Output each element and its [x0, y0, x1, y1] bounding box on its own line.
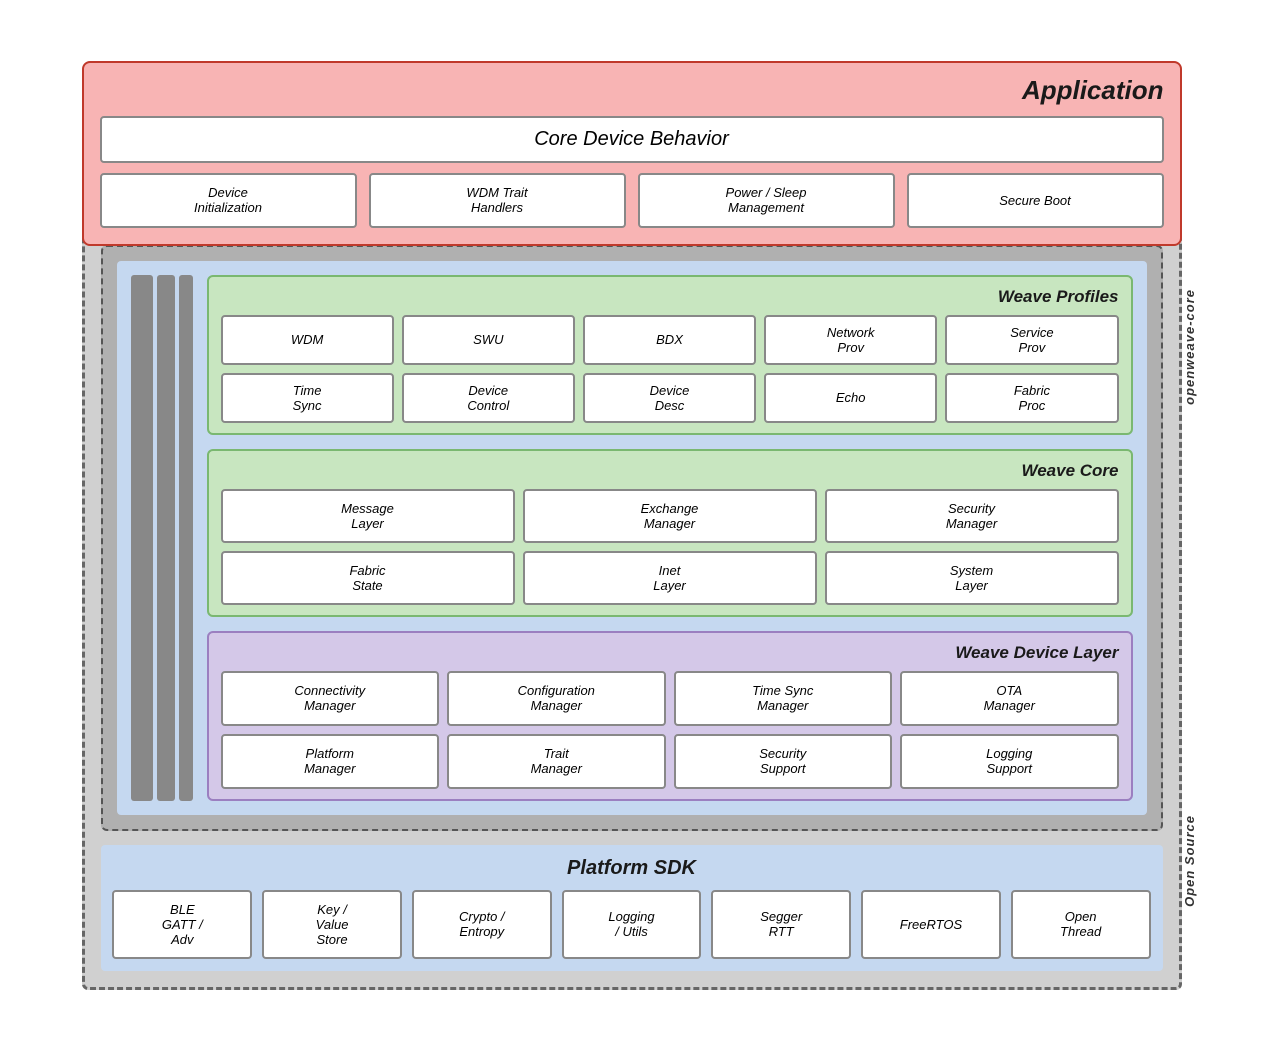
weave-core-section: Weave Core MessageLayer ExchangeManager …: [207, 449, 1133, 617]
bar-1: [131, 275, 153, 801]
profile-network-prov: NetworkProv: [764, 315, 937, 365]
profile-bdx: BDX: [583, 315, 756, 365]
application-layer: Application Core Device Behavior DeviceI…: [82, 61, 1182, 246]
app-sub-box-wdm: WDM TraitHandlers: [369, 173, 626, 228]
core-exchange-manager: ExchangeManager: [523, 489, 817, 543]
weave-profiles-rows: WDM SWU BDX NetworkProv ServiceProv Time…: [221, 315, 1119, 423]
openweave-layer: Weave Profiles WDM SWU BDX NetworkProv S…: [101, 245, 1163, 831]
app-sub-boxes: DeviceInitialization WDM TraitHandlers P…: [100, 173, 1164, 228]
open-source-label: Open Source: [1182, 815, 1197, 907]
right-content: Weave Profiles WDM SWU BDX NetworkProv S…: [207, 275, 1133, 801]
core-message-layer: MessageLayer: [221, 489, 515, 543]
sdk-row: BLEGATT /Adv Key /ValueStore Crypto /Ent…: [113, 890, 1151, 959]
app-sub-box-power: Power / SleepManagement: [638, 173, 895, 228]
core-device-behavior: Core Device Behavior: [100, 116, 1164, 163]
nested-bars: [131, 275, 193, 801]
profile-device-desc: DeviceDesc: [583, 373, 756, 423]
sdk-segger-rtt: SeggerRTT: [711, 890, 851, 959]
device-trait-manager: TraitManager: [447, 734, 666, 789]
weave-core-rows: MessageLayer ExchangeManager SecurityMan…: [221, 489, 1119, 605]
device-connectivity-manager: ConnectivityManager: [221, 671, 440, 726]
device-row1: ConnectivityManager ConfigurationManager…: [221, 671, 1119, 726]
core-fabric-state: FabricState: [221, 551, 515, 605]
sdk-ble-gatt: BLEGATT /Adv: [112, 890, 252, 959]
app-sub-box-device-init: DeviceInitialization: [100, 173, 357, 228]
weave-core-row1: MessageLayer ExchangeManager SecurityMan…: [221, 489, 1119, 543]
device-logging-support: LoggingSupport: [900, 734, 1119, 789]
profile-swu: SWU: [402, 315, 575, 365]
core-inet-layer: InetLayer: [523, 551, 817, 605]
device-platform-manager: PlatformManager: [221, 734, 440, 789]
device-ota-manager: OTAManager: [900, 671, 1119, 726]
platform-sdk-title: Platform SDK: [113, 857, 1151, 880]
weave-core-title: Weave Core: [221, 461, 1119, 481]
profile-time-sync: TimeSync: [221, 373, 394, 423]
profile-device-control: DeviceControl: [402, 373, 575, 423]
weave-core-row2: FabricState InetLayer SystemLayer: [221, 551, 1119, 605]
sdk-crypto-entropy: Crypto /Entropy: [412, 890, 552, 959]
platform-sdk-section: Platform SDK BLEGATT /Adv Key /ValueStor…: [101, 845, 1163, 971]
profile-fabric-proc: FabricProc: [945, 373, 1118, 423]
blue-layer: Weave Profiles WDM SWU BDX NetworkProv S…: [117, 261, 1147, 815]
openweave-label: openweave-core: [1182, 289, 1197, 405]
sdk-logging-utils: Logging/ Utils: [562, 890, 702, 959]
open-source-layer: openweave-core Open Source Weave Profile…: [82, 226, 1182, 990]
bar-2: [157, 275, 175, 801]
application-title: Application: [100, 75, 1164, 106]
sdk-open-thread: OpenThread: [1011, 890, 1151, 959]
device-security-support: SecuritySupport: [674, 734, 893, 789]
app-sub-box-secure-boot: Secure Boot: [907, 173, 1164, 228]
diagram-container: Application Core Device Behavior DeviceI…: [82, 61, 1182, 990]
weave-device-layer-section: Weave Device Layer ConnectivityManager C…: [207, 631, 1133, 801]
device-rows: ConnectivityManager ConfigurationManager…: [221, 671, 1119, 789]
weave-profiles-section: Weave Profiles WDM SWU BDX NetworkProv S…: [207, 275, 1133, 435]
device-row2: PlatformManager TraitManager SecuritySup…: [221, 734, 1119, 789]
weave-profiles-row1: WDM SWU BDX NetworkProv ServiceProv: [221, 315, 1119, 365]
device-configuration-manager: ConfigurationManager: [447, 671, 666, 726]
profile-wdm: WDM: [221, 315, 394, 365]
core-system-layer: SystemLayer: [825, 551, 1119, 605]
bar-3: [179, 275, 193, 801]
sdk-key-value-store: Key /ValueStore: [262, 890, 402, 959]
profile-service-prov: ServiceProv: [945, 315, 1118, 365]
weave-device-layer-title: Weave Device Layer: [221, 643, 1119, 663]
core-security-manager: SecurityManager: [825, 489, 1119, 543]
sdk-freertos: FreeRTOS: [861, 890, 1001, 959]
profile-echo: Echo: [764, 373, 937, 423]
weave-profiles-title: Weave Profiles: [221, 287, 1119, 307]
device-time-sync-manager: Time SyncManager: [674, 671, 893, 726]
weave-profiles-row2: TimeSync DeviceControl DeviceDesc Echo F…: [221, 373, 1119, 423]
